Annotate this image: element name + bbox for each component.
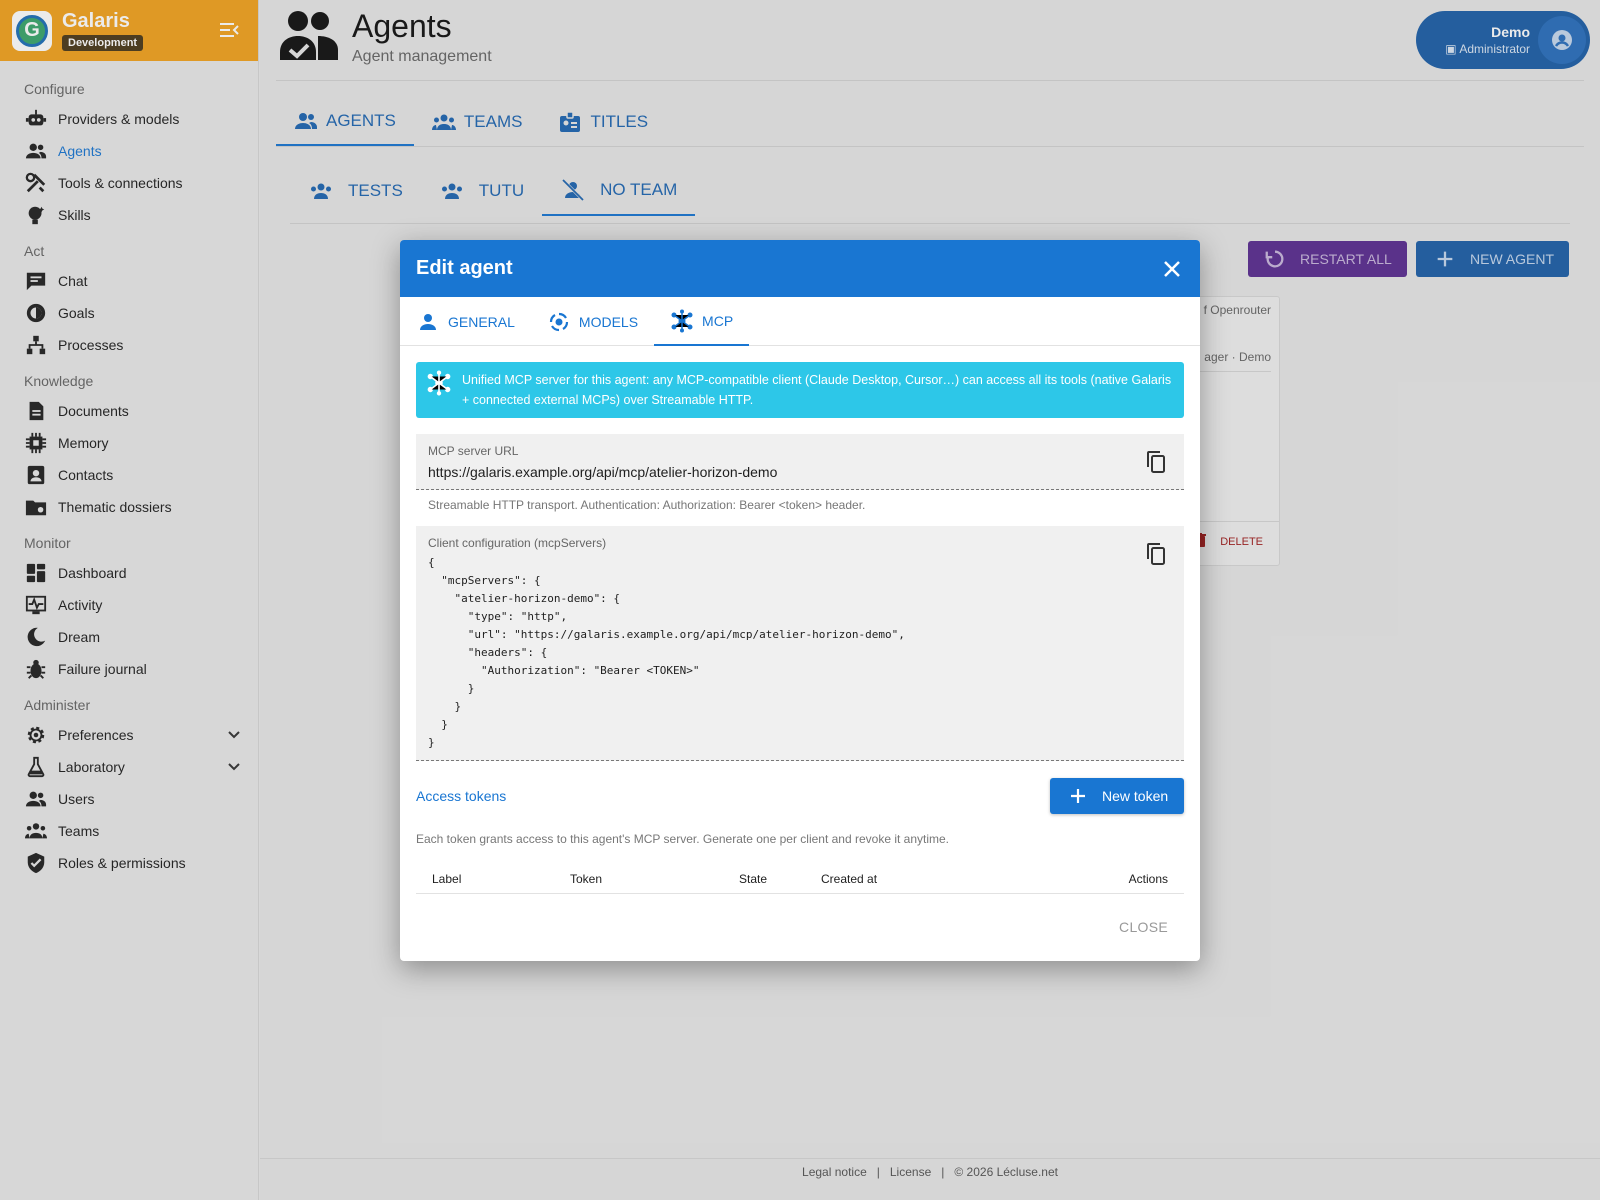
- mcp-url-hint: Streamable HTTP transport. Authenticatio…: [428, 498, 866, 512]
- edit-agent-dialog: Edit agent GENERAL MODELS MCP Unified MC…: [400, 240, 1200, 961]
- client-config-field[interactable]: Client configuration (mcpServers) { "mcp…: [416, 526, 1184, 761]
- mcp-server-url-value[interactable]: https://galaris.example.org/api/mcp/atel…: [428, 464, 1172, 480]
- dialog-body: Unified MCP server for this agent: any M…: [400, 346, 1200, 894]
- field-label: Client configuration (mcpServers): [428, 536, 607, 550]
- plus-icon: [1068, 786, 1088, 806]
- mcp-hub-icon: [426, 370, 452, 396]
- column-header-token[interactable]: Token: [570, 872, 602, 886]
- access-tokens-hint: Each token grants access to this agent's…: [416, 832, 950, 846]
- close-button[interactable]: CLOSE: [1119, 919, 1168, 935]
- tab-general[interactable]: GENERAL: [400, 297, 531, 346]
- tab-label: GENERAL: [448, 313, 515, 330]
- tab-models[interactable]: MODELS: [531, 297, 654, 346]
- access-tokens-header: Access tokens New token: [416, 778, 1184, 814]
- tab-label: MCP: [702, 312, 734, 329]
- tab-label: MODELS: [578, 313, 639, 330]
- model-cycle-icon: [547, 310, 571, 334]
- copy-icon[interactable]: [1144, 450, 1168, 474]
- dialog-tabs: GENERAL MODELS MCP: [400, 297, 1200, 346]
- column-header-state[interactable]: State: [739, 872, 767, 886]
- column-header-created-at[interactable]: Created at: [821, 872, 877, 886]
- field-label: MCP server URL: [428, 444, 519, 458]
- mcp-hub-icon: [670, 309, 694, 333]
- copy-icon[interactable]: [1144, 542, 1168, 566]
- mcp-info-text: Unified MCP server for this agent: any M…: [462, 373, 1172, 407]
- column-header-label[interactable]: Label: [432, 872, 461, 886]
- close-icon[interactable]: [1160, 257, 1184, 281]
- client-config-code[interactable]: { "mcpServers": { "atelier-horizon-demo"…: [428, 554, 1172, 752]
- column-header-actions[interactable]: Actions: [1129, 872, 1168, 886]
- access-tokens-title: Access tokens: [416, 788, 507, 804]
- dialog-header: Edit agent: [400, 240, 1200, 297]
- dialog-title: Edit agent: [416, 257, 513, 279]
- person-icon: [416, 310, 440, 334]
- new-token-button[interactable]: New token: [1050, 778, 1184, 814]
- mcp-server-url-field[interactable]: MCP server URL https://galaris.example.o…: [416, 434, 1184, 490]
- tokens-table-header: Label Token State Created at Actions: [416, 864, 1184, 894]
- mcp-info-alert: Unified MCP server for this agent: any M…: [416, 362, 1184, 418]
- tab-mcp[interactable]: MCP: [654, 297, 750, 346]
